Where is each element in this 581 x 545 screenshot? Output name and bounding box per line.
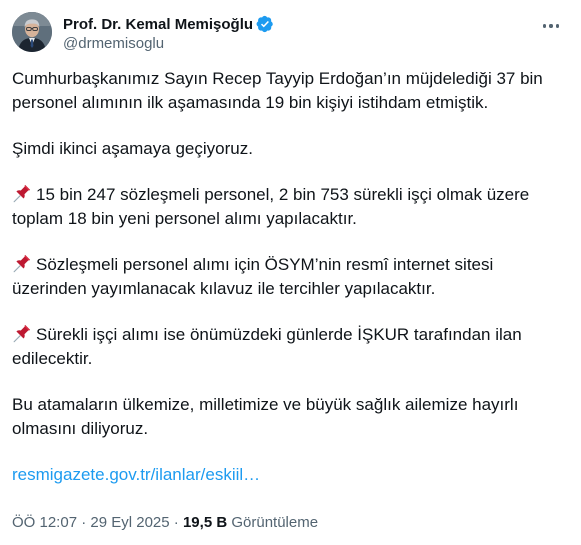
tweet-date: 29 Eyl 2025 bbox=[90, 514, 170, 531]
tweet-line: Sürekli işçi alımı ise önümüzdeki günler… bbox=[36, 325, 522, 344]
tweet-paragraph: 15 bin 247 sözleşmeli personel, 2 bin 75… bbox=[12, 183, 557, 231]
tweet-line: 15 bin 247 sözleşmeli personel, 2 bin 75… bbox=[36, 185, 530, 204]
tweet-link[interactable]: resmigazete.gov.tr/ilanlar/eskiil… bbox=[12, 465, 260, 484]
tweet-line: olmasını diliyoruz. bbox=[12, 419, 149, 438]
views-count: 19,5 B bbox=[182, 514, 228, 531]
tweet-line: üzerinden yayımlanacak kılavuz ile terci… bbox=[12, 279, 436, 298]
views-label: Görüntüleme bbox=[231, 514, 319, 531]
more-options-icon[interactable] bbox=[537, 16, 565, 36]
pushpin-icon bbox=[13, 324, 31, 343]
tweet: Prof. Dr. Kemal Memişoğlu @drmemisoglu C… bbox=[0, 0, 581, 545]
tweet-meta: ÖÖ 12:07 · 29 Eyl 2025 · 19,5 B Görüntül… bbox=[12, 514, 318, 531]
pushpin-icon bbox=[13, 184, 31, 203]
tweet-paragraph: Şimdi ikinci aşamaya geçiyoruz. bbox=[12, 137, 557, 161]
tweet-timestamp[interactable]: ÖÖ 12:07 · 29 Eyl 2025 bbox=[12, 514, 170, 531]
display-name[interactable]: Prof. Dr. Kemal Memişoğlu bbox=[63, 16, 253, 33]
pushpin-icon bbox=[13, 254, 31, 273]
avatar-portrait bbox=[12, 12, 52, 52]
display-name-row: Prof. Dr. Kemal Memişoğlu bbox=[63, 14, 274, 34]
tweet-line: Bu atamaların ülkemize, milletimize ve b… bbox=[12, 395, 519, 414]
meta-separator: · bbox=[81, 514, 87, 531]
tweet-paragraph: Cumhurbaşkanımız Sayın Recep Tayyip Erdo… bbox=[12, 67, 557, 115]
tweet-paragraph: Sürekli işçi alımı ise önümüzdeki günler… bbox=[12, 323, 557, 371]
tweet-line: edilecektir. bbox=[12, 349, 93, 368]
tweet-paragraph: Bu atamaların ülkemize, milletimize ve b… bbox=[12, 393, 557, 441]
avatar[interactable] bbox=[12, 12, 52, 52]
tweet-time: ÖÖ 12:07 bbox=[12, 514, 78, 531]
author-handle[interactable]: @drmemisoglu bbox=[63, 35, 274, 52]
tweet-line: Şimdi ikinci aşamaya geçiyoruz. bbox=[12, 139, 253, 158]
tweet-paragraph: Sözleşmeli personel alımı için ÖSYM’nin … bbox=[12, 253, 557, 301]
tweet-header: Prof. Dr. Kemal Memişoğlu @drmemisoglu bbox=[12, 12, 565, 56]
tweet-line: Cumhurbaşkanımız Sayın Recep Tayyip Erdo… bbox=[12, 69, 543, 88]
tweet-line: toplam 18 bin yeni personel alımı yapıla… bbox=[12, 209, 357, 228]
tweet-link-row: resmigazete.gov.tr/ilanlar/eskiil… bbox=[12, 463, 557, 487]
tweet-line: Sözleşmeli personel alımı için ÖSYM’nin … bbox=[36, 255, 494, 274]
tweet-line: personel alımının ilk aşamasında 19 bin … bbox=[12, 93, 489, 112]
verified-badge-icon[interactable] bbox=[256, 15, 274, 33]
meta-separator: · bbox=[173, 514, 179, 531]
author-names: Prof. Dr. Kemal Memişoğlu @drmemisoglu bbox=[63, 14, 274, 52]
tweet-text: Cumhurbaşkanımız Sayın Recep Tayyip Erdo… bbox=[12, 67, 557, 509]
